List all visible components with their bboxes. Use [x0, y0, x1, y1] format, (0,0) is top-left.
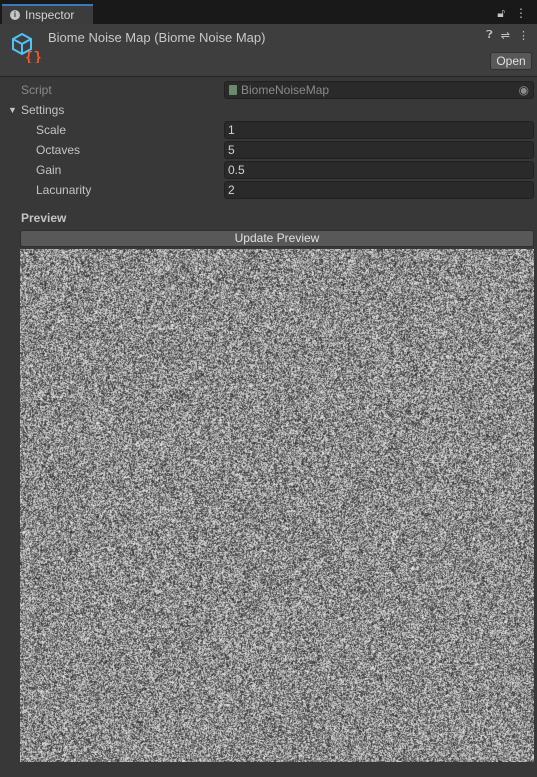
info-icon: i	[10, 10, 20, 20]
script-value: BiomeNoiseMap	[241, 83, 329, 97]
field-row-gain: Gain 0.5	[0, 161, 537, 179]
more-icon[interactable]: ⋮	[515, 6, 527, 21]
preview-label: Preview	[21, 211, 66, 225]
tab-inspector[interactable]: i Inspector	[2, 4, 93, 24]
field-row-octaves: Octaves 5	[0, 141, 537, 159]
field-row-lacunarity: Lacunarity 2	[0, 181, 537, 199]
octaves-input[interactable]: 5	[224, 141, 534, 159]
tab-label: Inspector	[25, 8, 74, 22]
tab-bar: i Inspector 🔓︎ ⋮	[0, 0, 537, 24]
script-label: Script	[21, 83, 52, 97]
script-file-icon	[229, 85, 237, 95]
object-picker-icon[interactable]: ◉	[519, 82, 529, 98]
scale-input[interactable]: 1	[224, 121, 534, 139]
field-label: Gain	[36, 163, 61, 177]
script-row: Script BiomeNoiseMap ◉	[0, 81, 537, 99]
settings-foldout[interactable]: ▼ Settings	[0, 101, 537, 119]
svg-text:{}: {}	[25, 50, 42, 63]
preset-icon[interactable]: ⇌	[501, 29, 510, 42]
help-icon[interactable]: ❓︎	[486, 29, 493, 42]
script-field[interactable]: BiomeNoiseMap ◉	[224, 81, 534, 99]
noise-preview-image	[20, 249, 534, 762]
settings-label: Settings	[21, 103, 64, 117]
gain-input[interactable]: 0.5	[224, 161, 534, 179]
field-label: Octaves	[36, 143, 80, 157]
lock-icon[interactable]: 🔓︎	[497, 6, 505, 21]
component-title: Biome Noise Map (Biome Noise Map)	[48, 30, 265, 45]
field-label: Scale	[36, 123, 66, 137]
script-asset-icon: {}	[10, 31, 42, 63]
lacunarity-input[interactable]: 2	[224, 181, 534, 199]
foldout-arrow-icon[interactable]: ▼	[8, 105, 17, 115]
open-button[interactable]: Open	[490, 52, 532, 70]
inspector-header: {} Biome Noise Map (Biome Noise Map) ❓︎ …	[0, 24, 537, 77]
field-label: Lacunarity	[36, 183, 91, 197]
update-preview-button[interactable]: Update Preview	[20, 230, 534, 247]
more-icon[interactable]: ⋮	[518, 29, 529, 42]
field-row-scale: Scale 1	[0, 121, 537, 139]
